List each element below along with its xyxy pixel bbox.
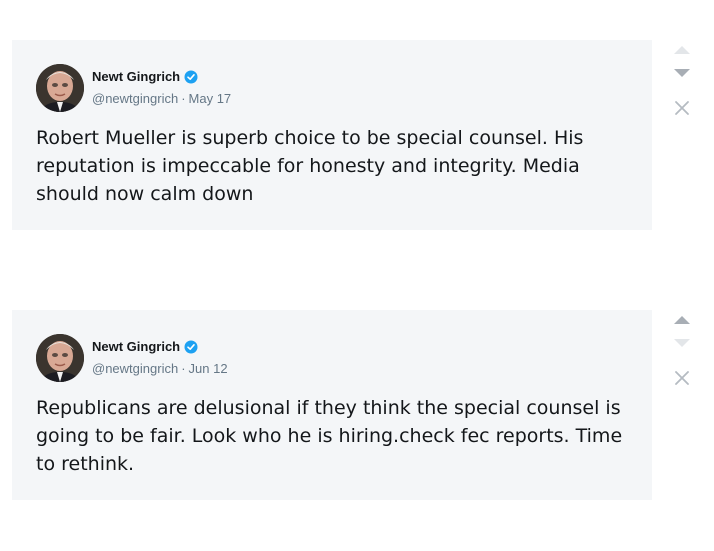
close-icon[interactable] <box>674 100 690 116</box>
avatar[interactable] <box>36 334 84 382</box>
avatar-photo-icon <box>36 334 84 382</box>
separator: · <box>181 91 186 106</box>
author-name-row[interactable]: Newt Gingrich <box>92 69 198 84</box>
move-up-arrow-icon[interactable] <box>674 316 690 324</box>
move-up-arrow-icon[interactable] <box>674 46 690 54</box>
display-name[interactable]: Newt Gingrich <box>92 69 180 84</box>
tweet-card: Newt Gingrich @newtgingrich · Jun 12 Repub… <box>12 310 652 500</box>
avatar-photo-icon <box>36 64 84 112</box>
display-name[interactable]: Newt Gingrich <box>92 339 180 354</box>
move-down-arrow-icon[interactable] <box>674 339 690 347</box>
handle[interactable]: @newtgingrich <box>92 361 178 376</box>
tweet-text: Robert Mueller is superb choice to be sp… <box>36 127 584 205</box>
verified-badge-icon <box>184 340 198 353</box>
handle[interactable]: @newtgingrich <box>92 91 178 106</box>
tweet-text: Republicans are delusional if they think… <box>36 397 623 475</box>
tweet-date[interactable]: Jun 12 <box>189 361 228 376</box>
tweet-date[interactable]: May 17 <box>189 91 232 106</box>
handle-date-row: @newtgingrich · Jun 12 <box>92 361 228 376</box>
close-icon[interactable] <box>674 370 690 386</box>
handle-date-row: @newtgingrich · May 17 <box>92 91 231 106</box>
tweet-card: Newt Gingrich @newtgingrich · May 17 Rober… <box>12 40 652 230</box>
move-down-arrow-icon[interactable] <box>674 69 690 77</box>
separator: · <box>181 361 186 376</box>
verified-badge-icon <box>184 70 198 83</box>
author-name-row[interactable]: Newt Gingrich <box>92 339 198 354</box>
avatar[interactable] <box>36 64 84 112</box>
